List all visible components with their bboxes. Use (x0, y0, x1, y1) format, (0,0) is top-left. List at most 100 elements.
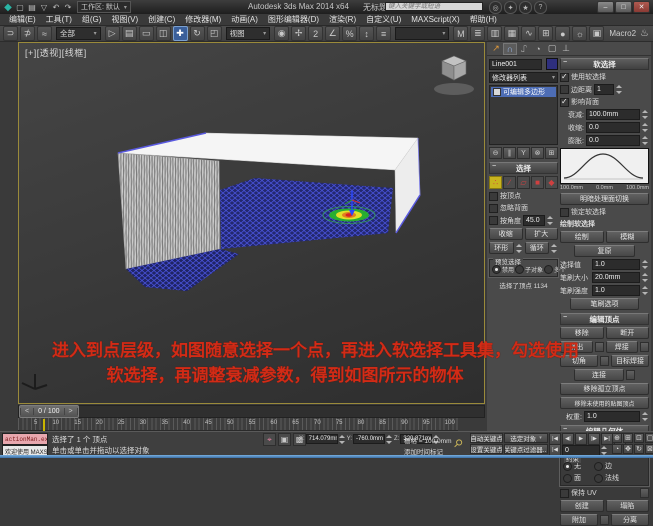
time-slider[interactable]: < 0 / 100 > (19, 405, 79, 418)
orbit-icon[interactable]: ↻ (634, 444, 644, 454)
selection-filter-dropdown[interactable]: 全部 (56, 27, 101, 40)
help-icon[interactable]: ? (534, 1, 547, 14)
brush-strength-field[interactable]: 1.0 (592, 285, 640, 296)
align-icon[interactable]: ≣ (470, 26, 485, 41)
tab-modify[interactable]: ∩ (503, 43, 517, 55)
attach-button[interactable]: 附加 (560, 514, 598, 526)
zoom-region-icon[interactable]: ▢ (645, 433, 653, 443)
selection-rollout-header[interactable]: 选择 (489, 162, 558, 174)
tab-hierarchy[interactable]: ⑀ (517, 43, 531, 55)
affect-backfacing-checkbox[interactable] (560, 98, 569, 107)
named-selection-dropdown[interactable] (395, 27, 449, 40)
remove-modifier-icon[interactable]: ⊗ (531, 147, 544, 159)
select-and-manipulate-icon[interactable]: ✢ (291, 26, 306, 41)
menu-graph-editors[interactable]: 图形编辑器(D) (263, 14, 324, 25)
select-object-icon[interactable]: ▷ (105, 26, 120, 41)
tab-motion[interactable]: ◔ (531, 43, 545, 55)
bubble-field[interactable]: 0.0 (586, 135, 640, 146)
rendered-frame-icon[interactable]: ▣ (589, 26, 604, 41)
configure-modifier-sets-icon[interactable]: ⊞ (545, 147, 558, 159)
connect-settings-button[interactable] (626, 370, 635, 380)
reference-coordinate-dropdown[interactable]: 视图 (226, 27, 271, 40)
workspace-dropdown[interactable]: 工作区: 默认 (77, 1, 131, 13)
view-cube-ring[interactable] (434, 83, 474, 95)
open-file-icon[interactable]: ▤ (26, 2, 38, 13)
grow-button[interactable]: 扩大 (525, 228, 559, 240)
communication-center-icon[interactable]: ✦ (504, 1, 517, 14)
window-crossing-icon[interactable]: ◫ (156, 26, 171, 41)
x-coordinate-field[interactable]: 714.079mm (306, 434, 338, 444)
y-spinner[interactable] (386, 435, 393, 444)
by-angle-field[interactable]: 45.0 (523, 215, 545, 226)
preview-subobject-radio[interactable] (515, 265, 524, 274)
edit-vertices-rollout-header[interactable]: 编辑顶点 (560, 313, 649, 325)
paint-button[interactable]: 绘制 (560, 231, 604, 243)
new-scene-icon[interactable]: ▢ (14, 2, 26, 13)
field-of-view-icon[interactable]: ◔ (612, 444, 622, 454)
soft-selection-rollout-header[interactable]: 软选择 (560, 58, 649, 70)
x-spinner[interactable] (339, 435, 346, 444)
loop-spinner[interactable] (551, 244, 558, 253)
brush-size-spinner[interactable] (642, 273, 649, 282)
angle-snap-icon[interactable]: ∠ (325, 26, 340, 41)
select-and-move-icon[interactable]: ✚ (173, 26, 188, 41)
next-frame-arrow[interactable]: > (64, 408, 78, 415)
key-filters-button[interactable]: 关键点过滤器... (504, 444, 548, 454)
ignore-backfacing-checkbox[interactable] (489, 204, 498, 213)
target-weld-button[interactable]: 目标焊接 (611, 355, 649, 367)
zoom-all-icon[interactable]: ⊞ (623, 433, 633, 443)
menu-group[interactable]: 组(G) (77, 14, 107, 25)
menu-modifiers[interactable]: 修改器(M) (180, 14, 226, 25)
menu-create[interactable]: 创建(C) (143, 14, 180, 25)
constraint-none-radio[interactable] (563, 462, 572, 471)
menu-maxscript[interactable]: MAXScript(X) (406, 15, 464, 24)
tab-display[interactable]: ▢ (545, 43, 559, 55)
element-mode-icon[interactable]: ◆ (545, 176, 558, 189)
select-by-name-icon[interactable]: ▤ (122, 26, 137, 41)
snap-toggle-icon[interactable]: 2 (308, 26, 323, 41)
vertex-mode-icon[interactable]: ∴ (489, 176, 502, 189)
schematic-view-icon[interactable]: ⊞ (538, 26, 553, 41)
shaded-face-toggle-button[interactable]: 明暗处理面切换 (560, 193, 649, 205)
pinch-field[interactable]: 0.0 (586, 122, 640, 133)
preserve-uv-checkbox[interactable] (560, 489, 569, 498)
by-angle-checkbox[interactable] (489, 216, 498, 225)
revert-button[interactable]: 复原 (574, 245, 635, 257)
menu-edit[interactable]: 编辑(E) (4, 14, 41, 25)
menu-tools[interactable]: 工具(T) (41, 14, 77, 25)
brush-size-field[interactable]: 20.0mm (592, 272, 640, 283)
bubble-spinner[interactable] (642, 136, 649, 145)
zoom-extents-icon[interactable]: ⊡ (634, 433, 644, 443)
use-soft-selection-checkbox[interactable] (560, 73, 569, 82)
object-name-field[interactable]: Line001 (489, 59, 542, 70)
brush-strength-spinner[interactable] (642, 286, 649, 295)
tab-utilities[interactable]: ⊥ (559, 43, 573, 55)
menu-views[interactable]: 视图(V) (106, 14, 143, 25)
create-button[interactable]: 创建 (560, 500, 604, 512)
constraint-face-radio[interactable] (563, 474, 572, 483)
close-button[interactable]: ✕ (633, 1, 650, 13)
polygon-mode-icon[interactable]: ■ (531, 176, 544, 189)
select-and-link-icon[interactable]: ⊃ (3, 26, 18, 41)
menu-rendering[interactable]: 渲染(R) (324, 14, 361, 25)
set-keys-key-icon[interactable]: ⚲ (451, 436, 466, 451)
stack-row-editable-poly[interactable]: 可编辑多边形 (491, 87, 556, 97)
menu-animation[interactable]: 动画(A) (226, 14, 263, 25)
graphite-ribbon-icon[interactable]: ▦ (504, 26, 519, 41)
ring-spinner[interactable] (516, 244, 523, 253)
menu-customize[interactable]: 自定义(U) (361, 14, 406, 25)
render-production-teapot-icon[interactable]: ♨ (640, 28, 649, 39)
shrink-button[interactable]: 收缩 (489, 228, 523, 240)
auto-key-button[interactable]: 自动关键点 (470, 433, 503, 443)
falloff-field[interactable]: 100.0mm (586, 109, 640, 120)
max-logo-icon[interactable]: ◆ (2, 2, 14, 13)
y-coordinate-field[interactable]: -760.0mm (353, 434, 385, 444)
remove-unused-map-verts-button[interactable]: 移除未使用的贴图顶点 (560, 397, 649, 409)
falloff-spinner[interactable] (642, 110, 649, 119)
pan-icon[interactable]: ✥ (623, 444, 633, 454)
weight-field[interactable]: 1.0 (584, 411, 640, 422)
undo-icon[interactable]: ↶ (50, 2, 62, 13)
maximize-button[interactable]: □ (615, 1, 632, 13)
break-button[interactable]: 断开 (606, 327, 650, 339)
favorites-icon[interactable]: ★ (519, 1, 532, 14)
